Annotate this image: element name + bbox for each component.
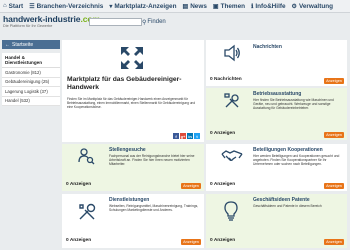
hero-title: Marktplatz für das Gebäudereiniger-Handw… [67, 76, 182, 91]
card-stellengesuche-button[interactable]: Anzeigen [181, 183, 201, 189]
sidebar-item-gastronomie[interactable]: Gastronomie (812) [2, 68, 60, 78]
nav-start[interactable]: ⌂ Start [0, 3, 26, 10]
brand-name: handwerk-industrie [3, 14, 81, 24]
card-beteiligungen-desc: Hier werden Beteiligungen und Kooperatio… [253, 154, 340, 167]
arrow-left-icon: ← [5, 41, 10, 48]
expand-arrows-icon [121, 47, 143, 69]
card-stellengesuche-desc: Fachpersonal aus der Reinigungsbranche b… [109, 154, 195, 167]
tools-icon [224, 93, 239, 108]
tags-icon: ▾ [109, 3, 113, 10]
search-input[interactable] [90, 28, 141, 34]
card-beteiligungen-button[interactable]: Anzeigen [324, 183, 344, 189]
card-nachrichten-count: 0 Nachrichten [210, 77, 242, 82]
card-betriebsausstattung-button[interactable]: Anzeigen [324, 132, 344, 138]
card-patente-button[interactable]: Anzeigen [324, 239, 344, 245]
card-betriebsausstattung-desc: Hier finden Sie Betriebsausstattung wie … [253, 98, 334, 111]
brand-tagline: Die Plattform für Ihr Gewerbe [3, 24, 53, 28]
card-stellengesuche-count: 0 Anzeigen [66, 182, 92, 187]
megaphone-icon [224, 44, 240, 62]
nav-start-label: Start [8, 2, 24, 10]
wrench-icon [79, 203, 96, 220]
hero-text: Finden Sie im Marktplatz für das Gebäude… [67, 97, 196, 110]
card-dienstleistungen-title: Dienstleistungen [109, 197, 150, 203]
facebook-icon[interactable]: f [173, 133, 179, 139]
news-icon: ▤ [182, 3, 189, 10]
card-dienstleistungen-button[interactable]: Anzeigen [181, 239, 201, 245]
card-stellengesuche: Stellengesuche Fachpersonal aus der Rein… [62, 144, 204, 191]
themes-icon: ▣ [212, 3, 219, 10]
sidebar-item-gebaeudereinigung[interactable]: Gebäudereinigung (25) [2, 77, 60, 87]
card-stellengesuche-title: Stellengesuche [109, 147, 146, 153]
list-icon: ☰ [29, 3, 35, 10]
search-icon: ⚲ [142, 19, 147, 26]
nav-themen-label: Themen [220, 2, 246, 10]
brand-title: handwerk-industrie.com [3, 14, 100, 24]
card-dienstleistungen-count: 0 Anzeigen [66, 238, 92, 243]
google-plus-icon[interactable]: g+ [180, 133, 186, 139]
card-beteiligungen: Beteiligungen Kooperationen Hier werden … [206, 144, 347, 191]
card-beteiligungen-title: Beteiligungen Kooperationen [253, 147, 323, 153]
card-dienstleistungen-desc: Webseiten, Reinigungsmittel, Maschinenre… [109, 204, 199, 213]
card-patente: Geschäftsideen Patente Geschäftsideen un… [206, 194, 347, 248]
sidebar-item-lagerung[interactable]: Lagerung Logistik (37) [2, 87, 60, 97]
card-patente-count: 0 Anzeigen [210, 238, 236, 243]
admin-icon: ⚙ [291, 3, 297, 10]
lightbulb-icon [224, 201, 238, 221]
info-icon: ℹ [251, 3, 254, 10]
search-field[interactable] [89, 18, 142, 34]
person-search-icon [78, 148, 95, 165]
handshake-icon [221, 150, 243, 161]
top-nav: ⌂ Start ☰ Branchen-Verzeichnis ▾ Marktpl… [0, 0, 350, 13]
sidebar-item-handel[interactable]: Handel (532) [2, 96, 60, 106]
search-button[interactable]: ⚲ Finden [142, 18, 166, 26]
card-nachrichten-title: Nachrichten [253, 44, 282, 50]
nav-news-label: News [190, 2, 207, 10]
hero-panel: Marktplatz für das Gebäudereiniger-Handw… [62, 40, 204, 142]
card-betriebsausstattung: Betriebsausstattung Hier finden Sie Betr… [206, 88, 347, 140]
card-patente-title: Geschäftsideen Patente [253, 197, 310, 203]
sidebar: ← Startseite Handel & Dienstleistungen G… [2, 40, 60, 106]
nav-themen[interactable]: ▣ Themen [210, 3, 248, 10]
sidebar-heading: Handel & Dienstleistungen [2, 53, 60, 68]
nav-info-label: Info&Hilfe [255, 2, 286, 10]
search-button-label: Finden [147, 19, 166, 25]
twitter-icon[interactable]: t [194, 133, 200, 139]
brand-logo[interactable]: handwerk-industrie.com Die Plattform für… [3, 14, 100, 28]
nav-marktplatz-label: Marktplatz-Anzeigen [114, 2, 177, 10]
home-icon: ⌂ [3, 3, 7, 9]
card-betriebsausstattung-count: 0 Anzeigen [210, 131, 236, 136]
back-to-start-button[interactable]: ← Startseite [2, 40, 60, 49]
card-patente-desc: Geschäftsideen und Patente in diesem Ber… [253, 204, 322, 208]
social-links: f g+ in t [173, 133, 200, 139]
nav-info-hilfe[interactable]: ℹ Info&Hilfe [248, 3, 288, 10]
nav-marktplatz[interactable]: ▾ Marktplatz-Anzeigen [106, 3, 179, 10]
card-dienstleistungen: Dienstleistungen Webseiten, Reinigungsmi… [62, 194, 204, 248]
nav-verwaltung-label: Verwaltung [298, 2, 334, 10]
back-label: Startseite [12, 41, 34, 48]
card-beteiligungen-count: 0 Anzeigen [210, 182, 236, 187]
card-nachrichten-button[interactable]: Anzeigen [324, 78, 344, 84]
card-betriebsausstattung-title: Betriebsausstattung [253, 91, 302, 97]
nav-branchen-verzeichnis[interactable]: ☰ Branchen-Verzeichnis [26, 3, 106, 10]
card-nachrichten: Nachrichten 0 Nachrichten Anzeigen [206, 40, 347, 86]
nav-branchen-label: Branchen-Verzeichnis [36, 2, 104, 10]
linkedin-icon[interactable]: in [187, 133, 193, 139]
nav-news[interactable]: ▤ News [180, 3, 210, 10]
nav-verwaltung[interactable]: ⚙ Verwaltung [289, 3, 336, 10]
